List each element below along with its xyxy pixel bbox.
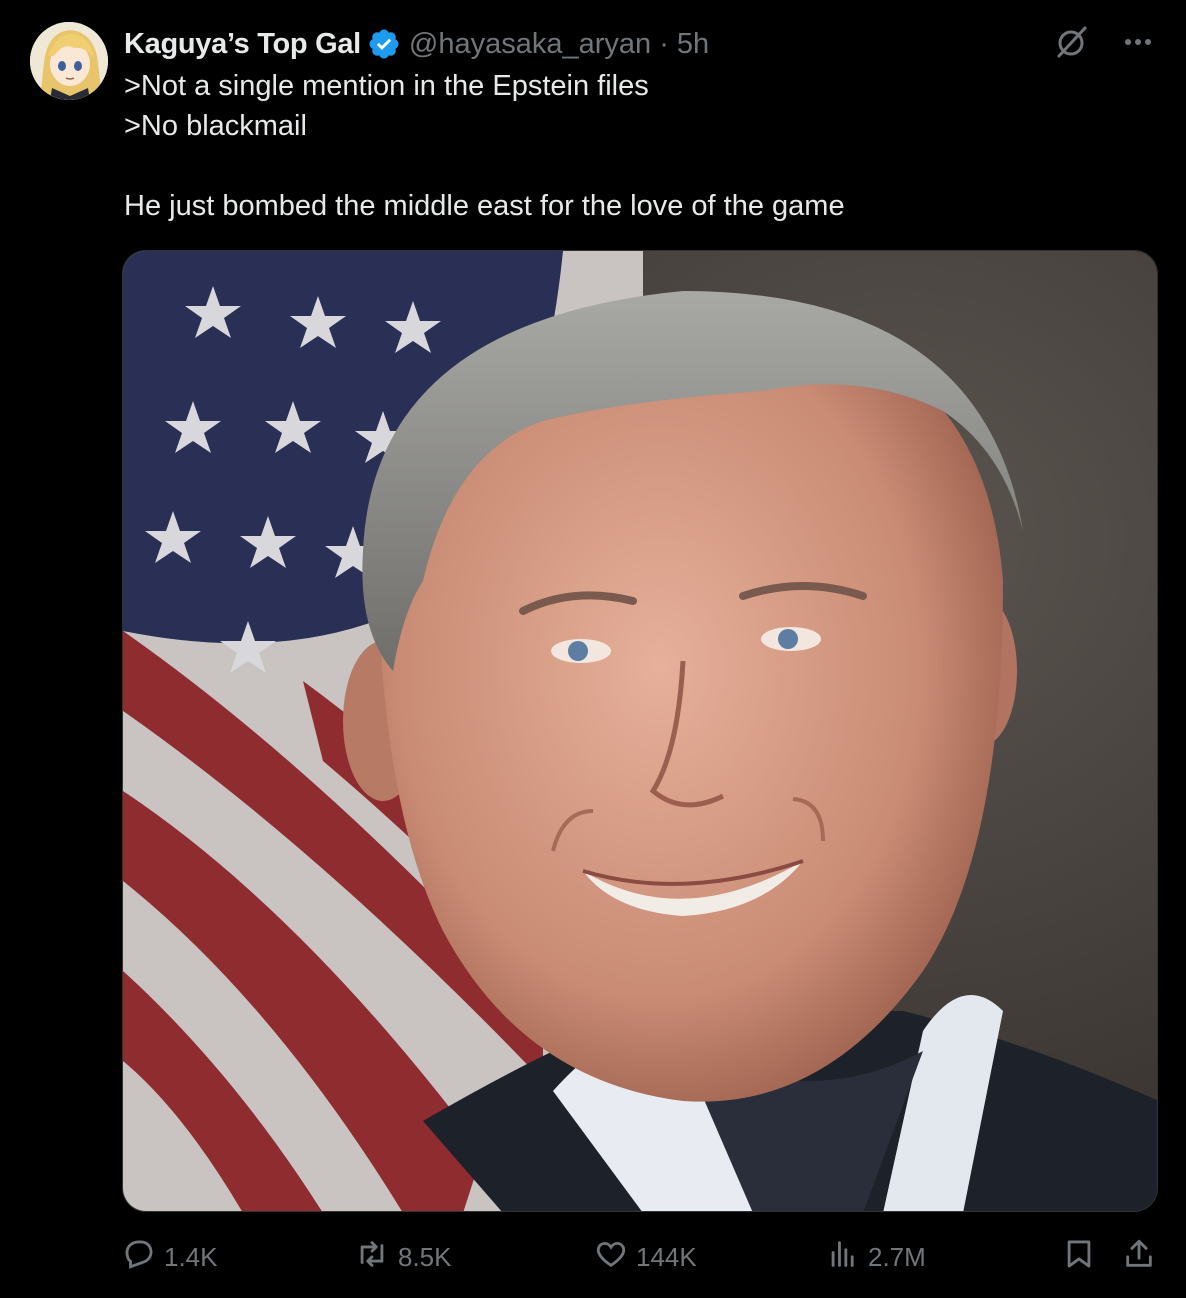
views-icon (826, 1237, 868, 1278)
views-count: 2.7M (868, 1241, 926, 1272)
like-button[interactable]: 144K (594, 1232, 697, 1282)
tweet-text-line: >No blackmail (124, 110, 307, 142)
reply-count: 1.4K (164, 1241, 218, 1272)
tweet-text-line: He just bombed the middle east for the l… (124, 190, 845, 222)
tweet-actions: 1.4K 8.5K 144K 2.7M (122, 1232, 1162, 1282)
avatar[interactable] (30, 22, 108, 100)
display-name[interactable]: Kaguya’s Top Gal (124, 28, 361, 61)
verified-badge-icon[interactable] (367, 27, 401, 61)
timestamp[interactable]: 5h (677, 28, 709, 61)
reply-button[interactable]: 1.4K (122, 1232, 218, 1282)
grok-icon[interactable] (1052, 22, 1092, 62)
repost-button[interactable]: 8.5K (354, 1232, 452, 1282)
tweet-text: >Not a single mention in the Epstein fil… (124, 66, 1124, 226)
tweet-top-actions (1052, 22, 1158, 62)
share-button[interactable] (1122, 1232, 1164, 1282)
repost-icon (354, 1237, 398, 1278)
separator-dot: · (659, 27, 669, 60)
handle[interactable]: @hayasaka_aryan (409, 28, 651, 61)
repost-count: 8.5K (398, 1241, 452, 1272)
tweet-text-line: >Not a single mention in the Epstein fil… (124, 70, 649, 102)
reply-icon (122, 1237, 164, 1278)
like-count: 144K (636, 1241, 697, 1272)
share-icon (1122, 1237, 1164, 1278)
more-icon[interactable] (1118, 22, 1158, 62)
tweet-text-line (124, 146, 1124, 186)
tweet-media-photo[interactable] (122, 250, 1158, 1212)
bookmark-button[interactable] (1062, 1232, 1104, 1282)
heart-icon (594, 1237, 636, 1278)
bookmark-icon (1062, 1237, 1104, 1278)
views-button[interactable]: 2.7M (826, 1232, 926, 1282)
tweet: Kaguya’s Top Gal @hayasaka_aryan · 5h >N… (0, 0, 1186, 1298)
tweet-header: Kaguya’s Top Gal @hayasaka_aryan · 5h (124, 24, 1066, 64)
